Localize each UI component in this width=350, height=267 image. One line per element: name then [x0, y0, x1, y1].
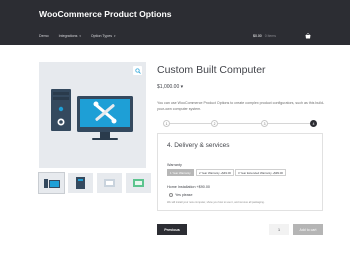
product-thumbnails — [38, 172, 151, 194]
thumbnail-hardware[interactable] — [68, 173, 93, 193]
thumbnail-computer[interactable] — [38, 172, 65, 194]
thumbnail-accessories[interactable] — [126, 173, 151, 193]
product-price: $1,000.00 ▾ — [157, 84, 183, 90]
installation-radio[interactable] — [169, 193, 173, 197]
quantity-input[interactable]: 1 — [269, 224, 289, 235]
step-3[interactable]: 3 — [261, 120, 268, 127]
accessories-thumbnail-image — [133, 179, 144, 187]
computer-illustration — [51, 89, 133, 140]
options-panel: 4. Delivery & services Warranty 1 Year W… — [157, 133, 323, 211]
nav-item-label: Option Types — [90, 34, 112, 38]
add-to-cart-button[interactable]: Add to cart — [293, 224, 323, 235]
home-installation-label: Home Installation +$90.00 — [167, 185, 210, 189]
warranty-option-2-year[interactable]: 2 Year Warranty +$49.00 — [196, 169, 234, 176]
chevron-down-icon: ▾ — [180, 84, 184, 90]
chevron-down-icon: ▾ — [114, 34, 116, 38]
warranty-label: Warranty — [167, 163, 182, 167]
cart-link[interactable]: $0.00 0 items — [253, 32, 276, 40]
components-thumbnail-image — [104, 179, 115, 187]
step-2[interactable]: 2 — [211, 120, 218, 127]
previous-button[interactable]: Previous — [157, 224, 187, 235]
price-value: $1,000.00 — [157, 84, 180, 90]
step-1[interactable]: 1 — [163, 120, 170, 127]
computer-thumbnail-image — [44, 179, 60, 188]
basket-icon[interactable] — [304, 32, 312, 40]
site-title[interactable]: WooCommerce Product Options — [39, 9, 172, 19]
main-navigation: Demo Integrations ▾ Option Types ▾ — [39, 32, 116, 40]
installation-option-label: Yes please — [175, 193, 193, 197]
cart-amount: $0.00 — [253, 34, 262, 38]
nav-item-option-types[interactable]: Option Types ▾ — [91, 34, 116, 38]
installation-option[interactable]: Yes please — [169, 193, 192, 197]
nav-item-demo[interactable]: Demo — [39, 34, 49, 38]
product-title: Custom Built Computer — [157, 64, 266, 76]
installation-note: We will install your new computer, show … — [167, 201, 265, 204]
warranty-option-3-year[interactable]: 3 Year Extended Warranty +$99.00 — [235, 169, 286, 176]
nav-item-label: Integrations — [58, 34, 78, 38]
nav-item-integrations[interactable]: Integrations ▾ — [59, 34, 81, 38]
steps-progress-line — [166, 123, 314, 124]
product-main-image[interactable] — [39, 62, 146, 168]
thumbnail-components[interactable] — [97, 173, 122, 193]
step-4[interactable]: 4 — [310, 120, 317, 127]
product-description: You can use WooCommerce Product Options … — [157, 101, 325, 112]
hardware-thumbnail-image — [76, 177, 85, 189]
warranty-option-1-year[interactable]: 1 Year Warranty — [167, 169, 194, 176]
cart-item-count: 0 items — [264, 34, 277, 38]
site-header: WooCommerce Product Options Demo Integra… — [0, 0, 350, 45]
zoom-button[interactable] — [133, 66, 142, 75]
nav-item-label: Demo — [39, 34, 49, 38]
panel-title: 4. Delivery & services — [167, 142, 230, 149]
magnifier-icon — [134, 67, 141, 74]
chevron-down-icon: ▾ — [79, 34, 81, 38]
